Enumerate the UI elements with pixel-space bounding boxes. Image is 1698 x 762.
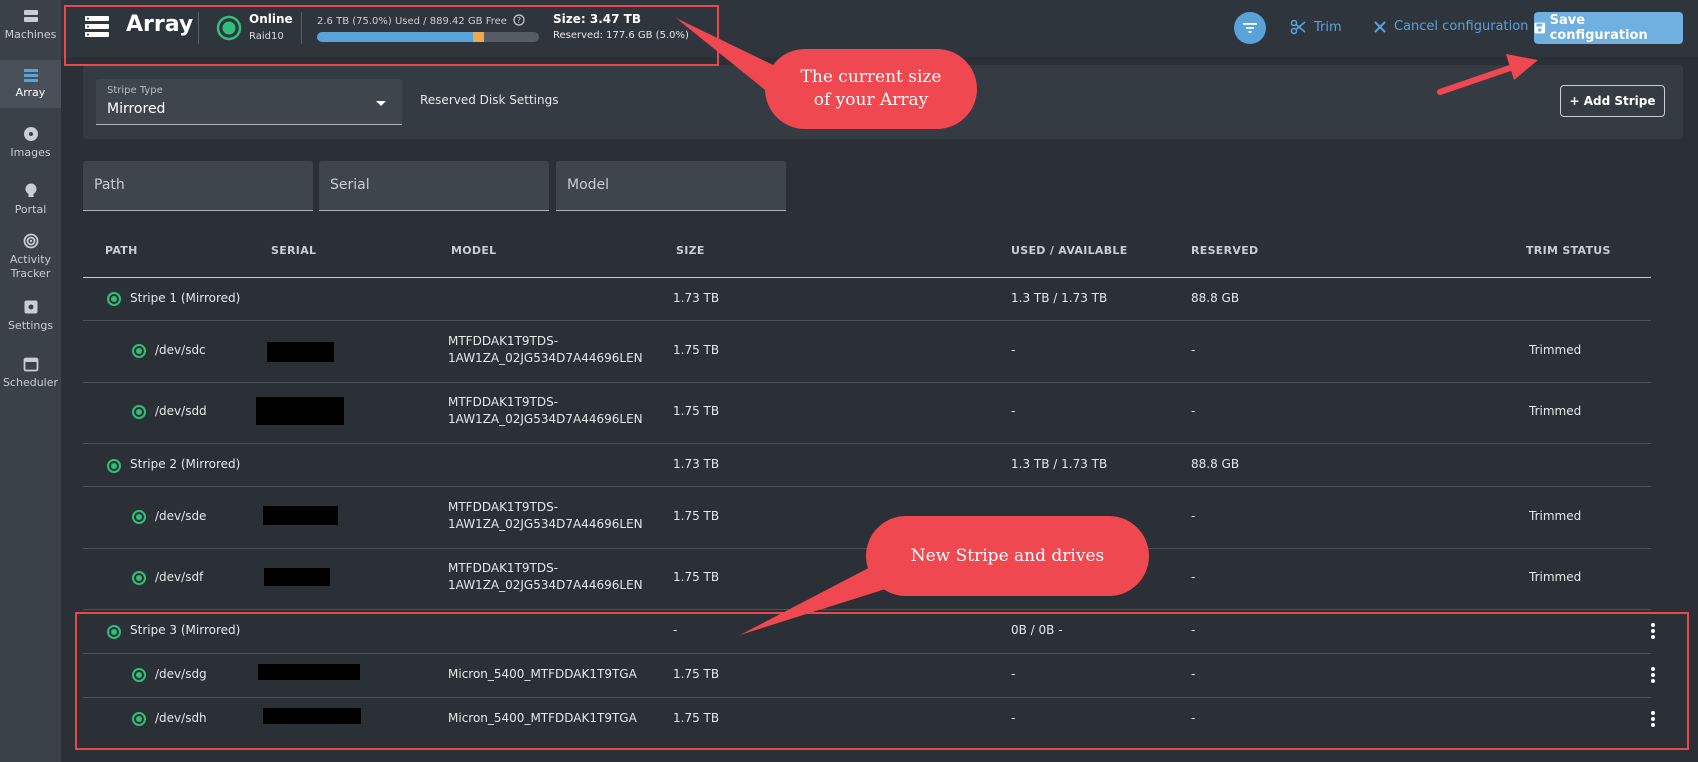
callout-array-size: The current size of your Array bbox=[765, 49, 977, 129]
callout-new-stripe: New Stripe and drives bbox=[866, 516, 1149, 596]
